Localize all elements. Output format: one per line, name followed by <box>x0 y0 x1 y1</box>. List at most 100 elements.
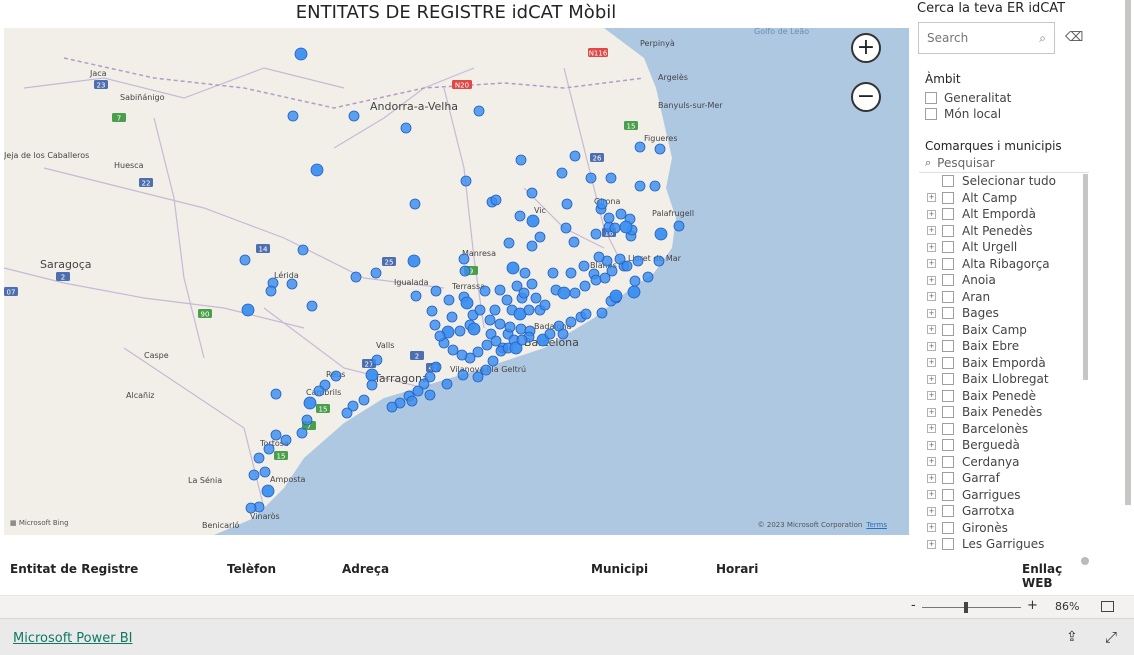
list-scrollbar[interactable] <box>1083 174 1088 380</box>
expand-node-icon[interactable]: + <box>927 209 936 219</box>
comarques-search[interactable]: ⌕ Pesquisar <box>925 156 995 170</box>
comarca-item[interactable]: + Baix Empordà <box>919 355 1089 372</box>
checkbox[interactable] <box>942 340 954 353</box>
column-header[interactable]: Entitat de Registre <box>10 562 138 576</box>
comarca-item[interactable]: + Garrigues <box>919 487 1089 504</box>
expand-node-icon[interactable]: + <box>927 193 936 203</box>
expand-node-icon[interactable]: + <box>927 308 936 318</box>
column-header[interactable]: Horari <box>716 562 758 576</box>
terms-link[interactable]: Terms <box>866 521 887 529</box>
expand-node-icon[interactable]: + <box>927 440 936 450</box>
checkbox[interactable] <box>925 92 937 104</box>
comarca-item[interactable]: + Alt Empordà <box>919 206 1089 223</box>
column-header[interactable]: Enllaç WEB <box>1022 562 1072 590</box>
comarca-item[interactable]: + Anoia <box>919 272 1089 289</box>
zoom-slider-thumb[interactable] <box>963 602 968 613</box>
expand-node-icon[interactable]: + <box>927 391 936 401</box>
eraser-icon[interactable]: ⌫ <box>1065 30 1083 45</box>
checkbox[interactable] <box>942 538 954 550</box>
comarca-item[interactable]: + Cerdanya <box>919 454 1089 471</box>
ambit-option[interactable]: Món local <box>925 106 1001 122</box>
checkbox[interactable] <box>942 323 954 336</box>
panel-scrollbar[interactable] <box>1125 0 1131 505</box>
checkbox[interactable] <box>942 274 954 287</box>
expand-node-icon[interactable]: + <box>927 292 936 302</box>
expand-node-icon[interactable]: + <box>927 358 936 368</box>
comarca-item[interactable]: + Gironès <box>919 520 1089 537</box>
expand-node-icon[interactable]: + <box>927 226 936 236</box>
column-header[interactable]: Adreça <box>342 562 389 576</box>
comarques-list[interactable]: Selecionar tudo + Alt Camp + Alt Empordà + Al… <box>919 172 1089 550</box>
comarca-item[interactable]: + Garrotxa <box>919 503 1089 520</box>
comarca-item[interactable]: + Baix Camp <box>919 322 1089 339</box>
expand-node-icon[interactable]: + <box>927 407 936 417</box>
checkbox[interactable] <box>942 422 954 435</box>
checkbox[interactable] <box>942 389 954 402</box>
map-visual[interactable]: Perpinyà Andorra-a-Velha Jaca Sabiñánigo Hue… <box>4 28 909 535</box>
checkbox[interactable] <box>942 257 954 270</box>
comarca-item[interactable]: + Baix Penedès <box>919 404 1089 421</box>
expand-node-icon[interactable]: + <box>927 490 936 500</box>
fit-to-page-icon[interactable] <box>1101 601 1114 612</box>
zoom-in-button[interactable]: + <box>851 33 881 63</box>
search-icon[interactable]: ⌕ <box>1039 31 1046 46</box>
zoom-plus-button[interactable]: + <box>1027 598 1038 613</box>
checkbox[interactable] <box>942 439 954 452</box>
checkbox[interactable] <box>925 108 937 120</box>
checkbox[interactable] <box>942 307 954 320</box>
map-canvas[interactable]: Perpinyà Andorra-a-Velha Jaca Sabiñánigo Hue… <box>4 28 909 535</box>
checkbox[interactable] <box>942 455 954 468</box>
expand-node-icon[interactable]: + <box>927 523 936 533</box>
comarca-item[interactable]: + Barcelonès <box>919 421 1089 438</box>
comarca-item[interactable]: + Baix Ebre <box>919 338 1089 355</box>
checkbox[interactable] <box>942 521 954 534</box>
comarca-item[interactable]: + Les Garrigues <box>919 536 1089 550</box>
expand-node-icon[interactable]: + <box>927 374 936 384</box>
checkbox[interactable] <box>942 373 954 386</box>
zoom-out-button[interactable]: − <box>851 82 881 112</box>
entity-marker <box>629 275 641 287</box>
zoom-slider-track[interactable] <box>922 607 1021 608</box>
expand-node-icon[interactable]: + <box>927 424 936 434</box>
share-icon[interactable]: ⇪ <box>1066 629 1078 645</box>
select-all-item[interactable]: Selecionar tudo <box>919 173 1089 190</box>
comarca-item[interactable]: + Berguedà <box>919 437 1089 454</box>
column-header[interactable]: Municipi <box>591 562 648 576</box>
expand-node-icon[interactable]: + <box>927 457 936 467</box>
power-bi-link[interactable]: Microsoft Power BI <box>13 631 132 646</box>
zoom-minus-button[interactable]: - <box>911 598 916 613</box>
checkbox[interactable] <box>942 208 954 221</box>
search-box[interactable]: ⌕ <box>918 22 1055 54</box>
checkbox[interactable] <box>942 175 954 188</box>
checkbox[interactable] <box>942 241 954 254</box>
checkbox[interactable] <box>942 472 954 485</box>
expand-node-icon[interactable]: + <box>927 539 936 549</box>
expand-node-icon[interactable]: + <box>927 473 936 483</box>
checkbox[interactable] <box>942 356 954 369</box>
checkbox[interactable] <box>942 505 954 518</box>
ambit-option[interactable]: Generalitat <box>925 90 1011 106</box>
comarca-item[interactable]: + Alta Ribagorça <box>919 256 1089 273</box>
checkbox[interactable] <box>942 224 954 237</box>
expand-node-icon[interactable]: + <box>927 275 936 285</box>
comarca-item[interactable]: + Alt Camp <box>919 190 1089 207</box>
comarca-item[interactable]: + Alt Urgell <box>919 239 1089 256</box>
expand-node-icon[interactable]: + <box>927 242 936 252</box>
search-input[interactable] <box>919 23 1019 53</box>
expand-node-icon[interactable]: + <box>927 259 936 269</box>
comarca-item[interactable]: + Alt Penedès <box>919 223 1089 240</box>
comarca-item[interactable]: + Aran <box>919 289 1089 306</box>
checkbox[interactable] <box>942 406 954 419</box>
comarca-item[interactable]: + Baix Llobregat <box>919 371 1089 388</box>
comarca-item[interactable]: + Garraf <box>919 470 1089 487</box>
expand-node-icon[interactable]: + <box>927 506 936 516</box>
checkbox[interactable] <box>942 290 954 303</box>
column-header[interactable]: Telèfon <box>227 562 276 576</box>
comarca-item[interactable]: + Baix Penedè <box>919 388 1089 405</box>
expand-node-icon[interactable]: + <box>927 341 936 351</box>
checkbox[interactable] <box>942 191 954 204</box>
comarca-item[interactable]: + Bages <box>919 305 1089 322</box>
expand-node-icon[interactable]: + <box>927 325 936 335</box>
expand-icon[interactable]: ⤢ <box>1105 628 1117 646</box>
checkbox[interactable] <box>942 488 954 501</box>
